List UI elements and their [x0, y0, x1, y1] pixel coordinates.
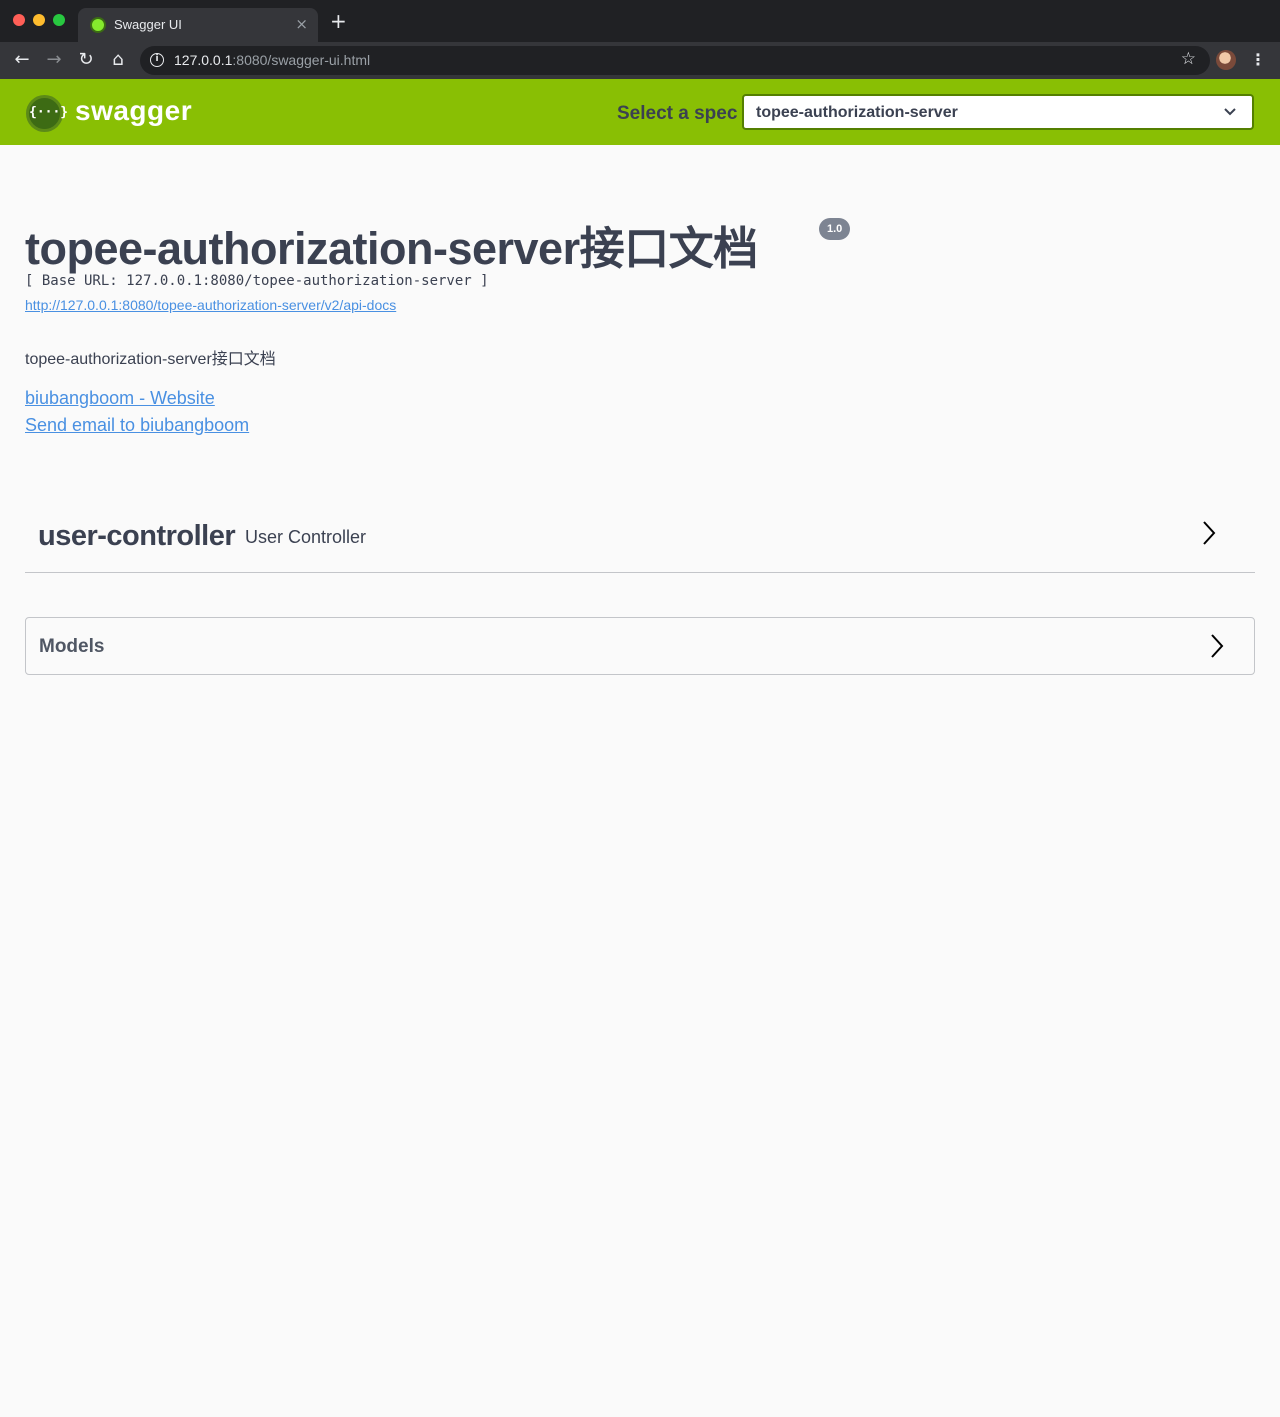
tab-title: Swagger UI — [114, 17, 182, 32]
spec-select-value: topee-authorization-server — [756, 104, 958, 121]
tag-user-controller[interactable]: user-controller User Controller — [25, 506, 1255, 573]
tag-name: user-controller — [38, 520, 236, 552]
profile-avatar[interactable] — [1216, 50, 1236, 70]
url-path: :8080/swagger-ui.html — [232, 52, 371, 68]
star-icon[interactable]: ☆ — [1181, 49, 1196, 69]
browser-tab-bar: Swagger UI × + — [0, 0, 1280, 42]
swagger-logo-text[interactable]: swagger — [75, 95, 192, 127]
window-zoom-button[interactable] — [53, 14, 65, 26]
chevron-down-icon — [1224, 108, 1236, 116]
swagger-topbar: {···} swagger Select a spec topee-author… — [0, 79, 1280, 145]
contact-email-link[interactable]: Send email to biubangboom — [25, 415, 249, 436]
page-title: topee-authorization-server接口文档 — [25, 223, 758, 274]
chevron-right-icon[interactable] — [1199, 520, 1219, 546]
browser-toolbar: ← → ↻ ⌂ i 127.0.0.1:8080/swagger-ui.html… — [0, 42, 1280, 79]
api-docs-link[interactable]: http://127.0.0.1:8080/topee-authorizatio… — [25, 297, 396, 313]
info-icon[interactable]: i — [150, 53, 164, 67]
api-description: topee-authorization-server接口文档 — [25, 351, 276, 368]
select-spec-label: Select a spec — [617, 103, 738, 124]
chevron-right-icon[interactable] — [1207, 633, 1227, 659]
forward-arrow-icon[interactable]: → — [42, 48, 66, 72]
url-host: 127.0.0.1 — [174, 52, 233, 68]
models-title: Models — [39, 636, 105, 657]
base-url: [ Base URL: 127.0.0.1:8080/topee-authori… — [25, 273, 489, 289]
new-tab-button[interactable]: + — [330, 11, 347, 31]
contact-website-link[interactable]: biubangboom - Website — [25, 388, 215, 409]
address-bar[interactable]: i 127.0.0.1:8080/swagger-ui.html ☆ — [140, 46, 1210, 75]
tag-description: User Controller — [245, 527, 367, 547]
models-section[interactable]: Models — [25, 617, 1255, 675]
tab-close-icon[interactable]: × — [295, 15, 308, 33]
url-text: 127.0.0.1:8080/swagger-ui.html — [174, 52, 370, 68]
version-badge: 1.0 — [819, 218, 851, 240]
browser-tab[interactable]: Swagger UI × — [78, 8, 318, 42]
reload-icon[interactable]: ↻ — [74, 48, 98, 72]
kebab-menu-icon[interactable]: ⋮ — [1250, 48, 1266, 72]
window-close-button[interactable] — [13, 14, 25, 26]
back-arrow-icon[interactable]: ← — [10, 48, 34, 72]
home-icon[interactable]: ⌂ — [106, 48, 130, 72]
swagger-logo-icon[interactable]: {···} — [26, 95, 68, 132]
window-minimize-button[interactable] — [33, 14, 45, 26]
swagger-favicon-icon — [90, 17, 106, 33]
spec-select[interactable]: topee-authorization-server — [742, 94, 1254, 130]
